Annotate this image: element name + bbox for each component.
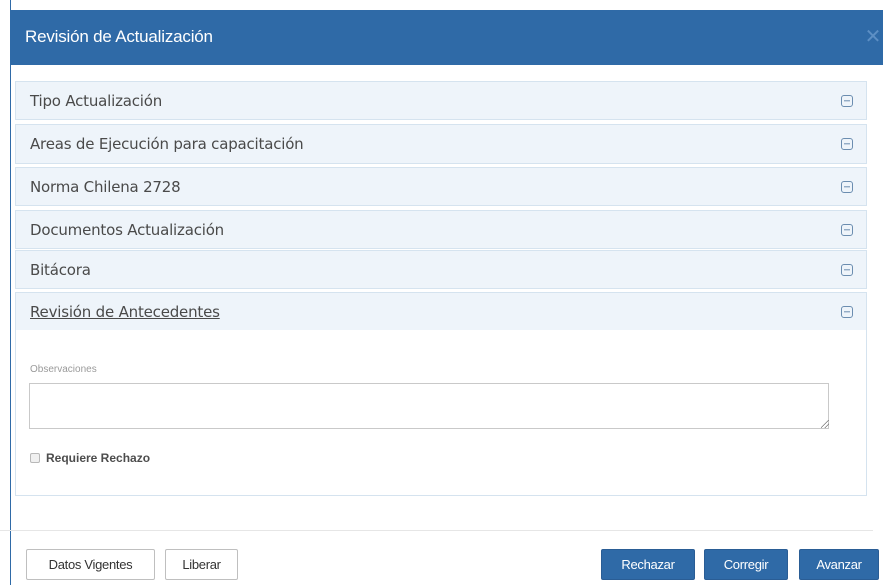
- panel-header[interactable]: Norma Chilena 2728: [16, 168, 866, 205]
- panel-tipo-actualizacion[interactable]: Tipo Actualización: [15, 81, 867, 120]
- panel-revision-antecedentes[interactable]: Revisión de Antecedentes: [15, 292, 867, 331]
- panel-title: Bitácora: [30, 260, 91, 279]
- modal-title: Revisión de Actualización: [25, 27, 213, 46]
- collapse-icon[interactable]: [841, 180, 853, 193]
- panel-header[interactable]: Revisión de Antecedentes: [16, 293, 866, 330]
- datos-vigentes-button[interactable]: Datos Vigentes: [26, 549, 155, 580]
- modal-header: Revisión de Actualización ✕: [11, 10, 883, 65]
- panel-title: Documentos Actualización: [30, 220, 224, 239]
- observaciones-label: Observaciones: [30, 364, 97, 375]
- footer-divider: [0, 530, 873, 531]
- panel-areas-ejecucion[interactable]: Areas de Ejecución para capacitación: [15, 124, 867, 164]
- collapse-icon[interactable]: [841, 263, 853, 276]
- requiere-rechazo-label[interactable]: Requiere Rechazo: [46, 451, 150, 465]
- liberar-button[interactable]: Liberar: [165, 549, 238, 580]
- collapse-icon[interactable]: [841, 94, 853, 107]
- panel-header[interactable]: Areas de Ejecución para capacitación: [16, 125, 866, 163]
- panel-header[interactable]: Tipo Actualización: [16, 82, 866, 119]
- collapse-icon[interactable]: [841, 138, 853, 150]
- requiere-rechazo-checkbox[interactable]: [30, 453, 40, 463]
- panel-header[interactable]: Documentos Actualización: [16, 211, 866, 248]
- revision-antecedentes-body: Observaciones Requiere Rechazo: [15, 330, 867, 496]
- panel-bitacora[interactable]: Bitácora: [15, 250, 867, 289]
- panel-title: Areas de Ejecución para capacitación: [30, 135, 304, 153]
- rechazar-button[interactable]: Rechazar: [601, 549, 695, 580]
- panel-title: Revisión de Antecedentes: [30, 302, 220, 321]
- close-icon[interactable]: ✕: [863, 27, 883, 47]
- corregir-button[interactable]: Corregir: [704, 549, 788, 580]
- panel-header[interactable]: Bitácora: [16, 251, 866, 288]
- panel-title: Tipo Actualización: [30, 91, 163, 110]
- avanzar-button[interactable]: Avanzar: [799, 549, 879, 580]
- panel-documentos-actualizacion[interactable]: Documentos Actualización: [15, 210, 867, 249]
- resize-grip-icon[interactable]: [821, 420, 829, 428]
- panel-norma-chilena[interactable]: Norma Chilena 2728: [15, 167, 867, 206]
- observaciones-textarea[interactable]: [29, 383, 829, 429]
- collapse-icon[interactable]: [841, 223, 853, 236]
- panel-title: Norma Chilena 2728: [30, 177, 181, 196]
- collapse-icon[interactable]: [841, 305, 853, 318]
